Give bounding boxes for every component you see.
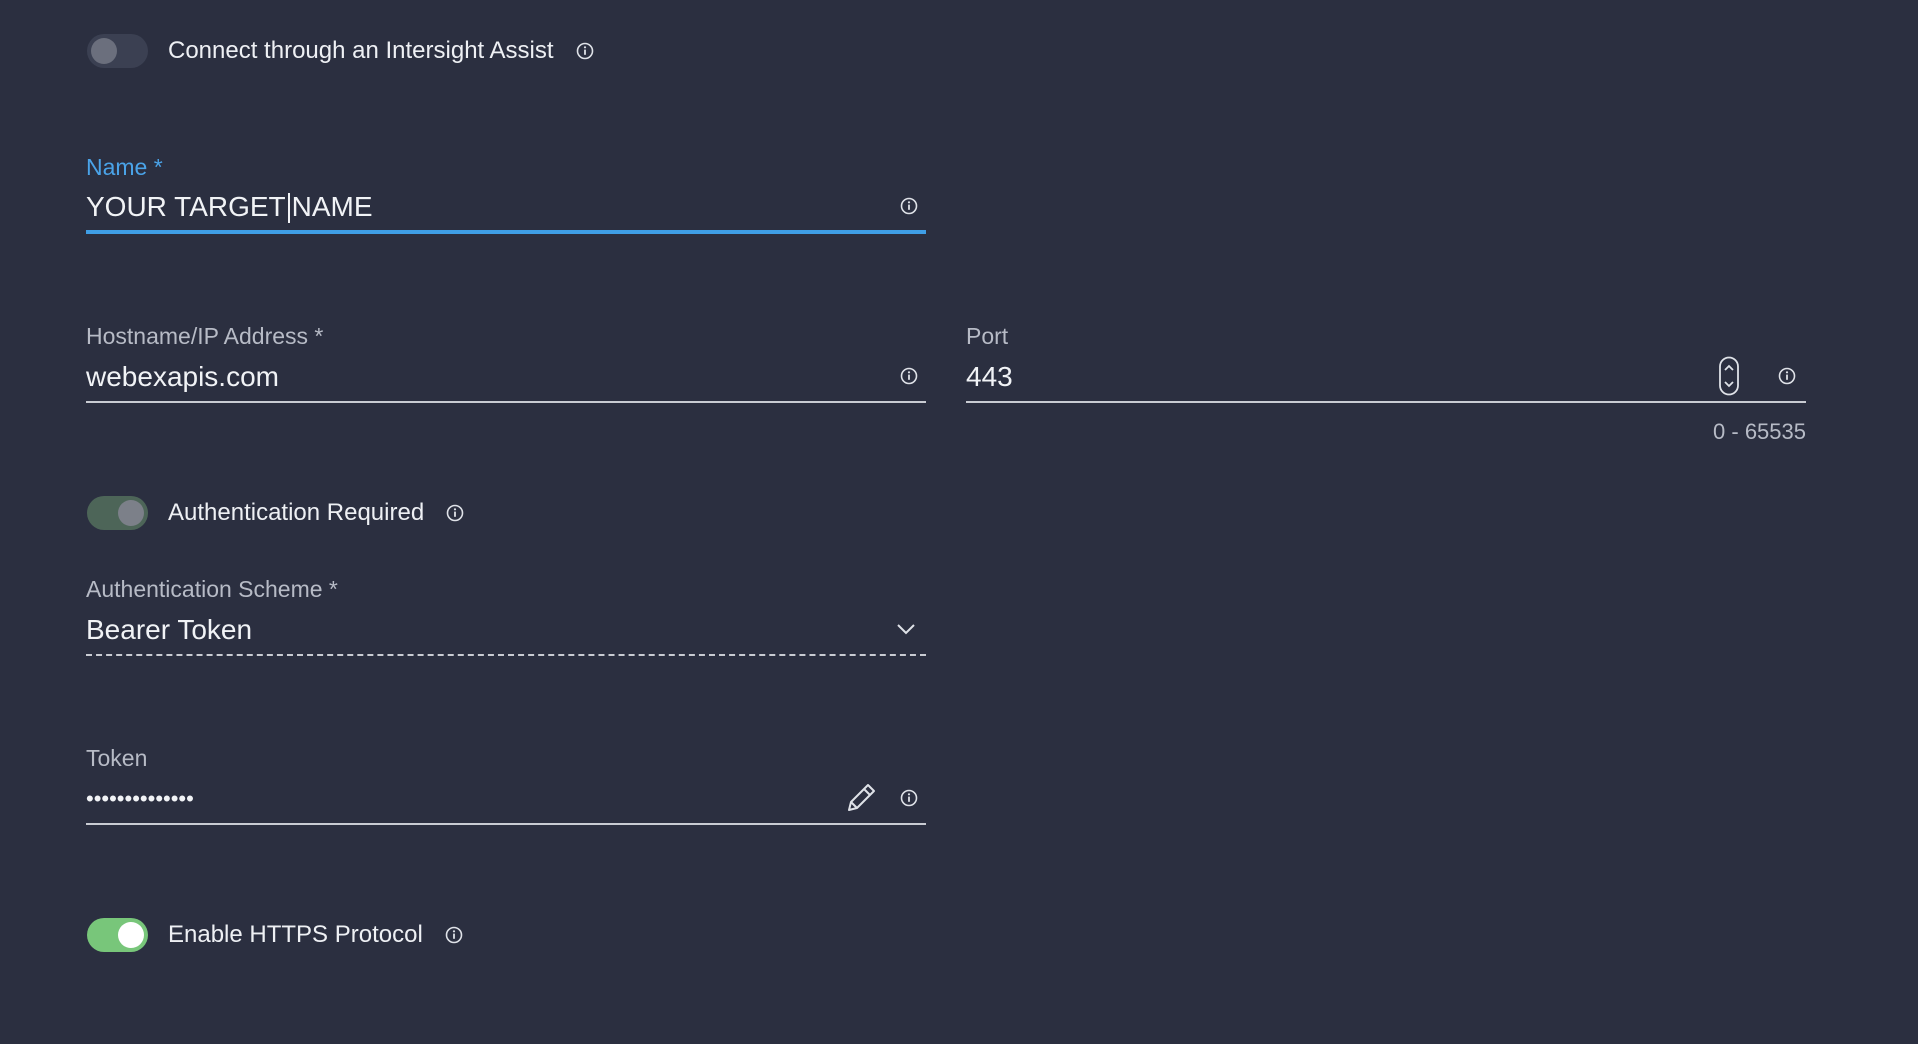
info-icon[interactable] [1778, 367, 1796, 385]
port-value: 443 [966, 361, 1013, 392]
name-value-before-cursor: YOUR TARGET [86, 190, 286, 222]
port-input[interactable]: 443 [966, 351, 1806, 403]
auth-scheme-select[interactable]: Bearer Token [86, 604, 926, 656]
hostname-field: Hostname/IP Address * webexapis.com [86, 321, 926, 403]
name-value: YOUR TARGET NAME [86, 189, 900, 224]
auth-scheme-label: Authentication Scheme * [86, 576, 338, 602]
token-field: Token •••••••••••••• [86, 743, 926, 825]
info-icon[interactable] [900, 197, 918, 215]
toggle-knob [118, 500, 144, 526]
assist-toggle-row: Connect through an Intersight Assist [87, 31, 594, 71]
port-range-hint: 0 - 65535 [1713, 419, 1806, 444]
text-cursor [287, 193, 290, 224]
name-value-after-cursor: NAME [291, 190, 373, 222]
toggle-knob [118, 922, 144, 948]
hostname-input[interactable]: webexapis.com [86, 351, 926, 403]
edit-pencil-icon[interactable] [844, 781, 878, 815]
auth-toggle-row: Authentication Required [87, 493, 464, 533]
name-input[interactable]: YOUR TARGET NAME [86, 182, 926, 234]
token-label: Token [86, 745, 148, 771]
info-icon[interactable] [445, 926, 463, 944]
auth-toggle-label: Authentication Required [168, 499, 425, 526]
assist-toggle[interactable] [87, 34, 148, 68]
name-label: Name * [86, 154, 163, 180]
target-form: Connect through an Intersight Assist Nam… [0, 0, 1918, 1044]
auth-scheme-value: Bearer Token [86, 614, 253, 645]
https-toggle-label: Enable HTTPS Protocol [168, 921, 423, 948]
hostname-label: Hostname/IP Address * [86, 323, 324, 349]
port-label: Port [966, 323, 1009, 349]
chevron-down-icon [896, 622, 916, 636]
token-value: •••••••••••••• [86, 786, 194, 811]
token-input[interactable]: •••••••••••••• [86, 773, 926, 825]
name-field: Name * YOUR TARGET NAME [86, 152, 926, 234]
hostname-value: webexapis.com [86, 361, 279, 392]
auth-scheme-field: Authentication Scheme * Bearer Token [86, 574, 926, 656]
stepper-icon[interactable] [1718, 356, 1740, 396]
auth-required-toggle[interactable] [87, 496, 148, 530]
toggle-knob [91, 38, 117, 64]
https-toggle[interactable] [87, 918, 148, 952]
info-icon[interactable] [576, 42, 594, 60]
info-icon[interactable] [900, 789, 918, 807]
https-toggle-row: Enable HTTPS Protocol [87, 915, 463, 955]
info-icon[interactable] [900, 367, 918, 385]
port-field: Port 443 [966, 321, 1806, 403]
assist-toggle-label: Connect through an Intersight Assist [168, 37, 554, 64]
info-icon[interactable] [446, 504, 464, 522]
